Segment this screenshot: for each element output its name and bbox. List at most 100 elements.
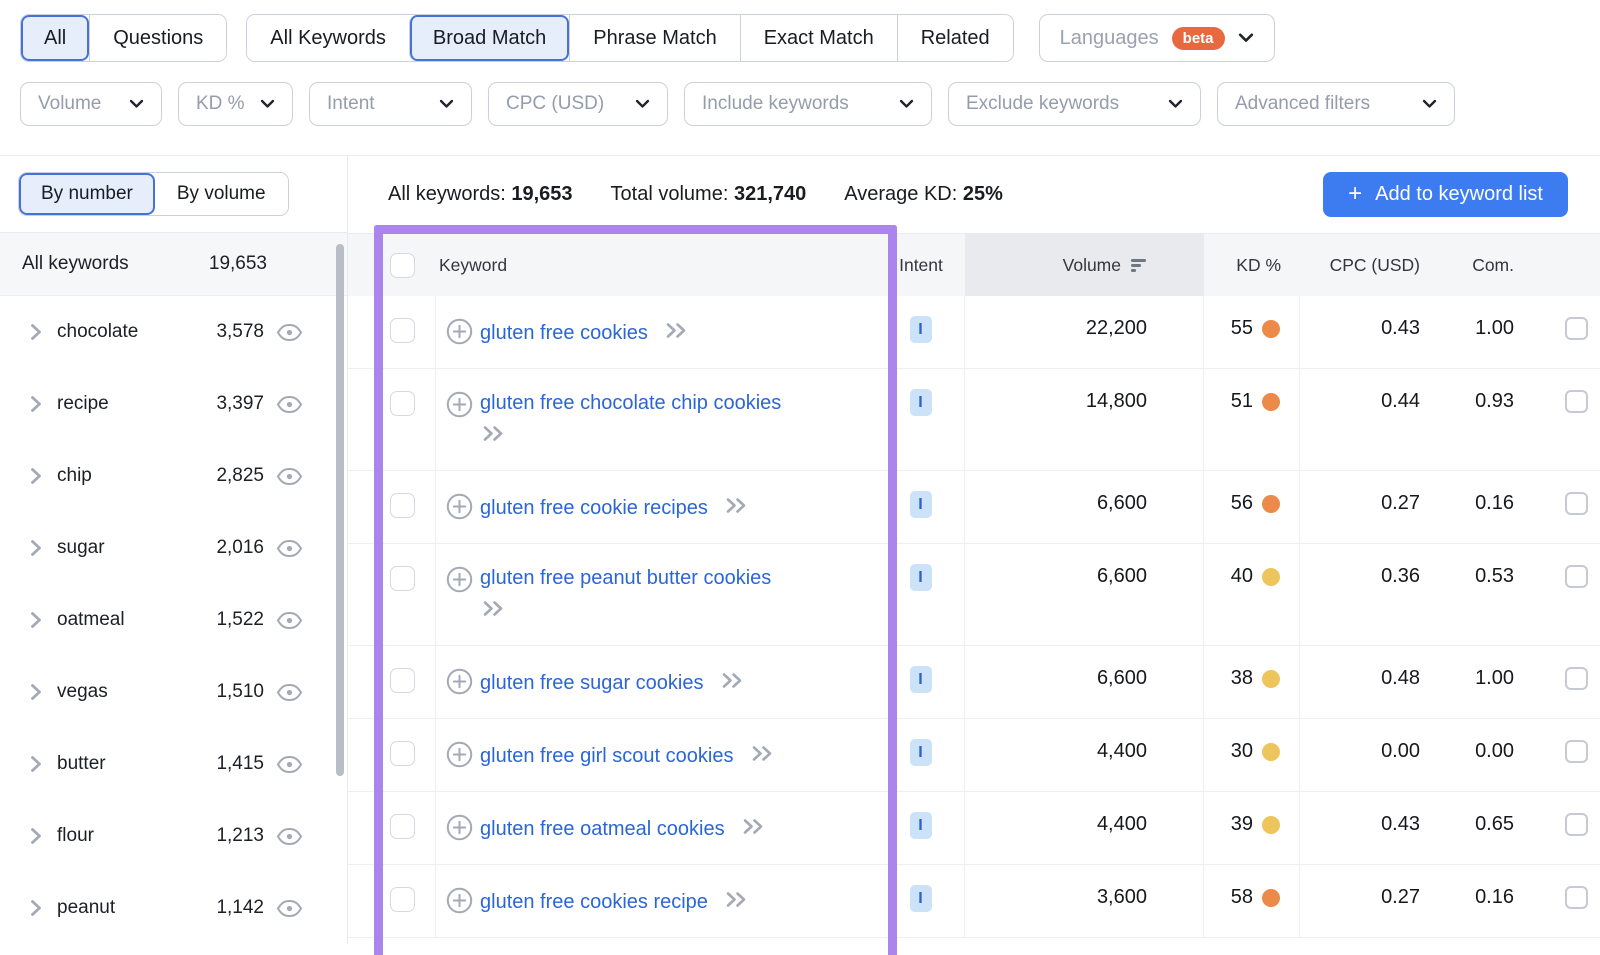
chevron-right-icon[interactable]	[30, 899, 42, 917]
filter-cpc[interactable]: CPC (USD)	[488, 82, 668, 126]
sidebar-group-item[interactable]: flour 1,213	[0, 800, 347, 872]
keyword-link[interactable]: gluten free cookie recipes	[480, 497, 708, 519]
add-keyword-icon[interactable]	[446, 318, 473, 345]
row-checkbox[interactable]	[390, 668, 415, 693]
filter-exclude-keywords[interactable]: Exclude keywords	[948, 82, 1201, 126]
tab-all[interactable]: All	[21, 15, 89, 61]
group-name: vegas	[57, 681, 108, 703]
select-all-checkbox[interactable]	[390, 253, 415, 278]
sidebar-group-item[interactable]: sugar 2,016	[0, 512, 347, 584]
sidebar-group-item[interactable]: recipe 3,397	[0, 368, 347, 440]
add-keyword-icon[interactable]	[446, 493, 473, 520]
column-header-volume[interactable]: Volume	[965, 234, 1204, 296]
filter-intent[interactable]: Intent	[309, 82, 472, 126]
keyword-link[interactable]: gluten free sugar cookies	[480, 672, 703, 694]
chevron-right-icon[interactable]	[30, 395, 42, 413]
add-to-keyword-list-button[interactable]: + Add to keyword list	[1323, 172, 1568, 217]
eye-icon[interactable]	[276, 323, 303, 342]
chevron-right-icon[interactable]	[30, 323, 42, 341]
chevron-down-icon	[129, 99, 144, 109]
keyword-link[interactable]: gluten free chocolate chip cookies	[480, 392, 781, 414]
sort-descending-icon	[1130, 258, 1148, 273]
sidebar-group-item[interactable]: oatmeal 1,522	[0, 584, 347, 656]
add-keyword-icon[interactable]	[446, 668, 473, 695]
toggle-by-volume[interactable]: By volume	[155, 173, 288, 215]
chevron-right-icon[interactable]	[30, 539, 42, 557]
filter-advanced[interactable]: Advanced filters	[1217, 82, 1455, 126]
tab-questions[interactable]: Questions	[89, 15, 226, 61]
serp-features-icon[interactable]	[1565, 492, 1588, 515]
chevron-right-icon[interactable]	[30, 755, 42, 773]
keyword-link[interactable]: gluten free oatmeal cookies	[480, 818, 725, 840]
serp-features-icon[interactable]	[1565, 886, 1588, 909]
toggle-by-number[interactable]: By number	[19, 173, 155, 215]
open-keyword-overview-icon[interactable]	[725, 497, 750, 514]
open-keyword-overview-icon[interactable]	[751, 745, 776, 762]
filter-exclude-label: Exclude keywords	[966, 93, 1119, 115]
keyword-link[interactable]: gluten free girl scout cookies	[480, 745, 733, 767]
eye-icon[interactable]	[276, 539, 303, 558]
serp-features-icon[interactable]	[1565, 317, 1588, 340]
chevron-right-icon[interactable]	[30, 683, 42, 701]
eye-icon[interactable]	[276, 899, 303, 918]
chevron-right-icon[interactable]	[30, 611, 42, 629]
serp-features-icon[interactable]	[1565, 667, 1588, 690]
row-checkbox[interactable]	[390, 887, 415, 912]
column-header-cpc[interactable]: CPC (USD)	[1300, 234, 1430, 296]
serp-features-icon[interactable]	[1565, 390, 1588, 413]
sidebar-group-item[interactable]: butter 1,415	[0, 728, 347, 800]
open-keyword-overview-icon[interactable]	[742, 818, 767, 835]
sidebar-group-item[interactable]: chip 2,825	[0, 440, 347, 512]
tab-exact-match[interactable]: Exact Match	[740, 15, 897, 61]
chevron-right-icon[interactable]	[30, 467, 42, 485]
column-header-intent[interactable]: Intent	[877, 234, 965, 296]
row-checkbox[interactable]	[390, 741, 415, 766]
serp-features-icon[interactable]	[1565, 813, 1588, 836]
serp-features-icon[interactable]	[1565, 740, 1588, 763]
open-keyword-overview-icon[interactable]	[665, 322, 690, 339]
add-keyword-icon[interactable]	[446, 566, 473, 593]
keyword-link[interactable]: gluten free cookies	[480, 322, 648, 344]
serp-features-icon[interactable]	[1565, 565, 1588, 588]
row-checkbox[interactable]	[390, 391, 415, 416]
column-header-com[interactable]: Com.	[1430, 234, 1520, 296]
row-checkbox[interactable]	[390, 566, 415, 591]
open-keyword-overview-icon[interactable]	[721, 672, 746, 689]
sidebar-all-keywords-row[interactable]: All keywords 19,653	[0, 233, 347, 296]
tab-phrase-match[interactable]: Phrase Match	[569, 15, 739, 61]
eye-icon[interactable]	[276, 395, 303, 414]
volume-value: 6,600	[965, 646, 1204, 718]
column-header-keyword[interactable]: Keyword	[436, 234, 877, 296]
open-keyword-overview-icon[interactable]	[482, 600, 507, 617]
filter-include-keywords[interactable]: Include keywords	[684, 82, 932, 126]
add-keyword-icon[interactable]	[446, 814, 473, 841]
sidebar-group-item[interactable]: chocolate 3,578	[0, 296, 347, 368]
eye-icon[interactable]	[276, 683, 303, 702]
add-keyword-icon[interactable]	[446, 741, 473, 768]
languages-dropdown[interactable]: Languages beta	[1039, 14, 1275, 62]
row-checkbox[interactable]	[390, 814, 415, 839]
sidebar-group-item[interactable]: peanut 1,142	[0, 872, 347, 944]
table-row: gluten free cookies I 22,200 55 0.43 1.0…	[348, 296, 1600, 369]
eye-icon[interactable]	[276, 467, 303, 486]
filter-kd[interactable]: KD %	[178, 82, 293, 126]
keyword-link[interactable]: gluten free peanut butter cookies	[480, 567, 771, 589]
sidebar-group-item[interactable]: vegas 1,510	[0, 656, 347, 728]
chevron-right-icon[interactable]	[30, 827, 42, 845]
filter-volume[interactable]: Volume	[20, 82, 162, 126]
add-keyword-icon[interactable]	[446, 887, 473, 914]
tab-related[interactable]: Related	[897, 15, 1013, 61]
row-checkbox[interactable]	[390, 318, 415, 343]
row-checkbox[interactable]	[390, 493, 415, 518]
column-header-kd[interactable]: KD %	[1204, 234, 1300, 296]
sidebar-scrollbar[interactable]	[336, 244, 344, 776]
open-keyword-overview-icon[interactable]	[725, 891, 750, 908]
eye-icon[interactable]	[276, 611, 303, 630]
open-keyword-overview-icon[interactable]	[482, 425, 507, 442]
tab-broad-match[interactable]: Broad Match	[409, 15, 569, 61]
keyword-link[interactable]: gluten free cookies recipe	[480, 891, 708, 913]
eye-icon[interactable]	[276, 827, 303, 846]
eye-icon[interactable]	[276, 755, 303, 774]
add-keyword-icon[interactable]	[446, 391, 473, 418]
tab-all-keywords[interactable]: All Keywords	[247, 15, 409, 61]
